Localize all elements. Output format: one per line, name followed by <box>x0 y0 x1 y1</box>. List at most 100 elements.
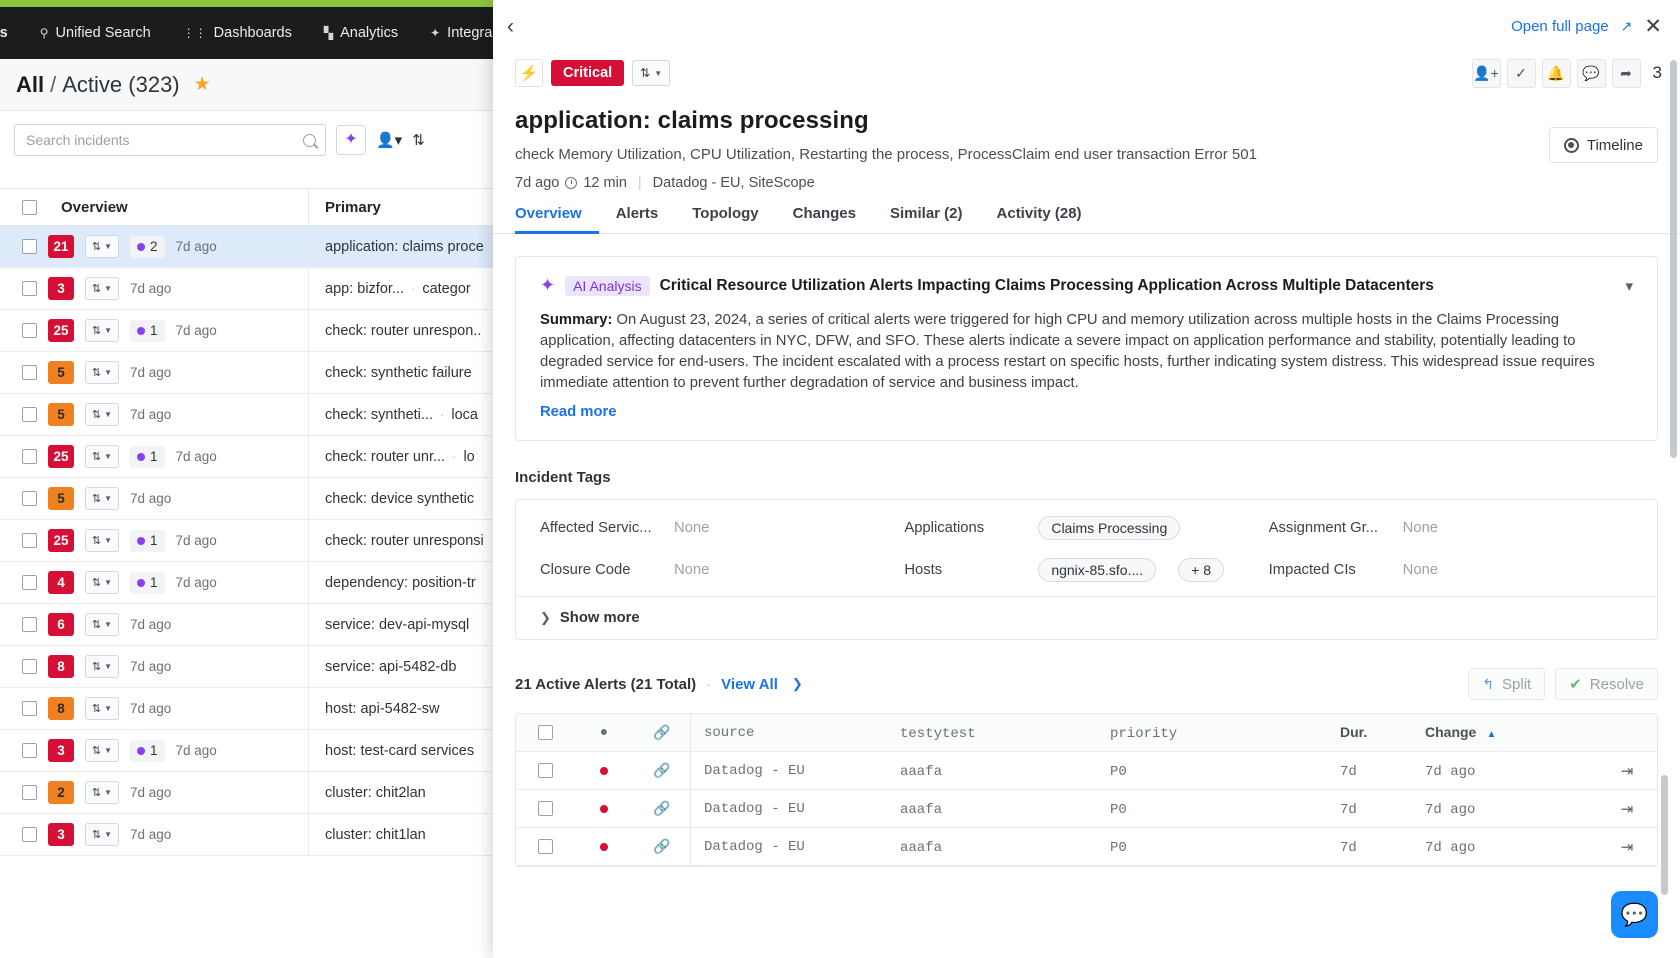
alert-row-checkbox[interactable] <box>538 839 553 854</box>
sort-button[interactable]: ⇅ <box>412 131 425 149</box>
column-header-primary[interactable]: Primary <box>325 199 381 216</box>
severity-badge-critical[interactable]: Critical <box>551 60 624 86</box>
tab-similar-2[interactable]: Similar (2) <box>873 205 980 233</box>
row-checkbox[interactable] <box>22 281 37 296</box>
expand-icon[interactable]: ↗ <box>1621 18 1633 35</box>
row-checkbox[interactable] <box>22 617 37 632</box>
row-checkbox[interactable] <box>22 323 37 338</box>
incident-row[interactable]: 3⇅▼7d agoapp: bizfor...·categor <box>0 268 528 310</box>
comment-button[interactable]: 💬 <box>1577 59 1606 88</box>
alert-row-checkbox[interactable] <box>538 801 553 816</box>
search-incidents-box[interactable] <box>14 124 326 156</box>
favorite-star-icon[interactable]: ★ <box>194 73 211 96</box>
tag-value-pill[interactable]: Claims Processing <box>1038 516 1180 540</box>
link-icon[interactable]: 🔗 <box>653 838 670 855</box>
row-checkbox[interactable] <box>22 659 37 674</box>
tab-changes[interactable]: Changes <box>776 205 873 233</box>
assignee-filter-button[interactable]: 👤▾ <box>376 131 402 149</box>
incident-row[interactable]: 5⇅▼7d agocheck: device synthetic <box>0 478 528 520</box>
tag-overflow-pill[interactable]: + 8 <box>1178 558 1224 582</box>
support-chat-button[interactable]: 💬 <box>1611 891 1658 938</box>
row-sort-dropdown[interactable]: ⇅▼ <box>85 697 119 720</box>
column-header-duration[interactable]: Dur. <box>1340 724 1367 740</box>
row-sort-dropdown[interactable]: ⇅▼ <box>85 571 119 594</box>
column-header-testytest[interactable]: testytest <box>900 726 976 742</box>
incident-row[interactable]: 4⇅▼17d agodependency: position-tr <box>0 562 528 604</box>
column-header-priority[interactable]: priority <box>1110 726 1177 742</box>
incident-row[interactable]: 2⇅▼7d agocluster: chit2lan <box>0 772 528 814</box>
row-sort-dropdown[interactable]: ⇅▼ <box>85 823 119 846</box>
incident-row[interactable]: 3⇅▼17d agohost: test-card services <box>0 730 528 772</box>
tab-activity-28[interactable]: Activity (28) <box>980 205 1099 233</box>
row-sort-dropdown[interactable]: ⇅▼ <box>85 319 119 342</box>
tag-value-pill[interactable]: ngnix-85.sfo.... <box>1038 558 1156 582</box>
row-sort-dropdown[interactable]: ⇅▼ <box>85 361 119 384</box>
read-more-link[interactable]: Read more <box>540 404 1633 420</box>
alert-row[interactable]: 🔗Datadog - EUaaafaP07d7d ago⇥ <box>516 828 1657 866</box>
incident-row[interactable]: 25⇅▼17d agocheck: router unresponsi <box>0 520 528 562</box>
share-button[interactable]: ➦ <box>1612 59 1641 88</box>
incident-row[interactable]: 25⇅▼17d agocheck: router unr...·lo <box>0 436 528 478</box>
incident-row[interactable]: 8⇅▼7d agoservice: api-5482-db <box>0 646 528 688</box>
incident-row[interactable]: 5⇅▼7d agocheck: syntheti...·loca <box>0 394 528 436</box>
acknowledge-check-button[interactable]: ✓ <box>1507 59 1536 88</box>
row-checkbox[interactable] <box>22 407 37 422</box>
row-checkbox[interactable] <box>22 449 37 464</box>
search-input[interactable] <box>24 131 303 149</box>
show-more-tags-button[interactable]: ❯ Show more <box>516 596 1657 639</box>
open-alert-icon[interactable]: ⇥ <box>1621 838 1634 856</box>
back-chevron-icon[interactable]: ‹ <box>507 15 514 39</box>
row-checkbox[interactable] <box>22 701 37 716</box>
incident-row[interactable]: 8⇅▼7d agohost: api-5482-sw <box>0 688 528 730</box>
open-full-page-link[interactable]: Open full page <box>1511 18 1609 35</box>
row-checkbox[interactable] <box>22 575 37 590</box>
select-all-checkbox[interactable] <box>22 200 37 215</box>
open-alert-icon[interactable]: ⇥ <box>1621 762 1634 780</box>
add-assignee-button[interactable]: 👤+ <box>1472 59 1501 88</box>
alert-row[interactable]: 🔗Datadog - EUaaafaP07d7d ago⇥ <box>516 752 1657 790</box>
view-all-alerts-link[interactable]: View All <box>721 676 778 693</box>
nav-item-unified-search[interactable]: ⚲ Unified Search <box>24 7 167 59</box>
link-icon[interactable]: 🔗 <box>653 762 670 779</box>
row-checkbox[interactable] <box>22 785 37 800</box>
column-header-source[interactable]: source <box>704 725 754 741</box>
select-all-alerts-checkbox[interactable] <box>538 725 553 740</box>
row-sort-dropdown[interactable]: ⇅▼ <box>85 739 119 762</box>
filter-all-label[interactable]: All <box>16 72 44 98</box>
row-sort-dropdown[interactable]: ⇅▼ <box>85 445 119 468</box>
row-checkbox[interactable] <box>22 239 37 254</box>
row-sort-dropdown[interactable]: ⇅▼ <box>85 529 119 552</box>
nav-item-dashboards[interactable]: ⋮⋮ Dashboards <box>167 7 308 59</box>
close-icon[interactable]: ✕ <box>1644 14 1662 39</box>
nav-item-analytics[interactable]: ▚ Analytics <box>308 7 414 59</box>
chevron-down-icon[interactable]: ▾ <box>1625 277 1633 295</box>
column-header-overview[interactable]: Overview <box>61 199 128 216</box>
row-sort-dropdown[interactable]: ⇅▼ <box>85 655 119 678</box>
drawer-scrollbar[interactable] <box>1670 60 1677 458</box>
scrollbar-thumb[interactable] <box>1670 60 1677 458</box>
drawer-scroll-area[interactable]: ✦ AI Analysis Critical Resource Utilizat… <box>493 234 1680 958</box>
tab-alerts[interactable]: Alerts <box>599 205 676 233</box>
row-sort-dropdown[interactable]: ⇅▼ <box>85 277 119 300</box>
row-sort-dropdown[interactable]: ⇅▼ <box>85 487 119 510</box>
resolve-button[interactable]: ✔ Resolve <box>1555 668 1658 700</box>
incident-row[interactable]: 6⇅▼7d agoservice: dev-api-mysql <box>0 604 528 646</box>
row-checkbox[interactable] <box>22 365 37 380</box>
column-header-change[interactable]: Change <box>1425 724 1476 740</box>
split-button[interactable]: ↰ Split <box>1468 668 1545 700</box>
alert-row-checkbox[interactable] <box>538 763 553 778</box>
row-sort-dropdown[interactable]: ⇅▼ <box>85 781 119 804</box>
incident-row[interactable]: 3⇅▼7d agocluster: chit1lan <box>0 814 528 856</box>
open-alert-icon[interactable]: ⇥ <box>1621 800 1634 818</box>
filter-active-label[interactable]: Active (323) <box>62 72 179 98</box>
row-sort-dropdown[interactable]: ⇅▼ <box>85 235 119 258</box>
tab-topology[interactable]: Topology <box>675 205 775 233</box>
alerts-scrollbar-thumb[interactable] <box>1661 775 1668 895</box>
incident-row[interactable]: 5⇅▼7d agocheck: synthetic failure <box>0 352 528 394</box>
row-sort-dropdown[interactable]: ⇅▼ <box>85 403 119 426</box>
incident-row[interactable]: 25⇅▼17d agocheck: router unrespon.. <box>0 310 528 352</box>
row-checkbox[interactable] <box>22 827 37 842</box>
row-checkbox[interactable] <box>22 743 37 758</box>
row-checkbox[interactable] <box>22 491 37 506</box>
severity-sort-dropdown[interactable]: ⇅ ▼ <box>632 60 670 86</box>
